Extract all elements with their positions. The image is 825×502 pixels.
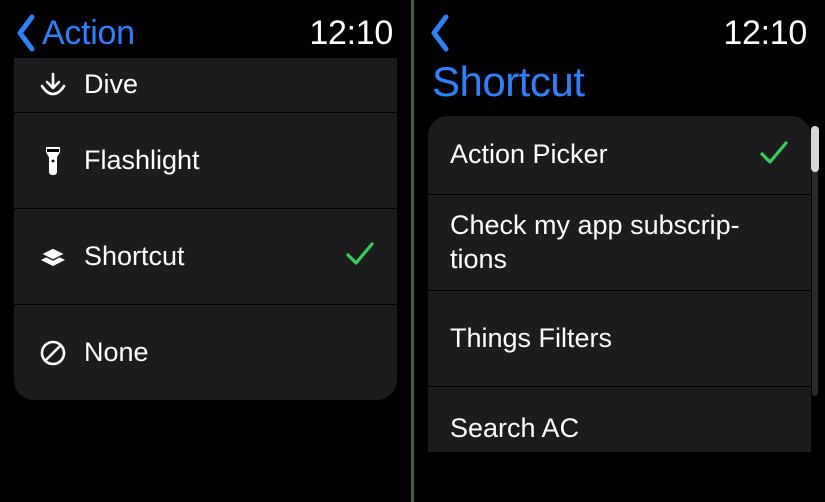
back-chevron-icon[interactable] xyxy=(428,11,454,55)
list-item-label: Action Picker xyxy=(450,138,759,172)
list-item[interactable]: None xyxy=(14,304,397,400)
clock-time: 12:10 xyxy=(723,14,807,53)
watch-screen-action: Action 12:10 Dive Flashlight Shortcut xyxy=(0,0,411,502)
list-item-label: None xyxy=(84,336,375,370)
list-item[interactable]: Search AC xyxy=(428,386,811,452)
list-item[interactable]: Things Filters xyxy=(428,290,811,386)
dive-icon xyxy=(36,72,70,102)
list-item-label: Check my app subscrip‐tions xyxy=(450,209,789,277)
checkmark-icon xyxy=(759,139,789,172)
watch-screen-shortcut: 12:10 Shortcut Action Picker Check my ap… xyxy=(414,0,825,502)
none-icon xyxy=(36,338,70,368)
list-item-label: Things Filters xyxy=(450,322,789,356)
back-chevron-icon[interactable] xyxy=(14,11,40,55)
shortcut-list: Action Picker Check my app subscrip‐tion… xyxy=(428,116,811,452)
shortcut-icon xyxy=(36,242,70,272)
back-label[interactable]: Action xyxy=(42,14,135,53)
flashlight-icon xyxy=(36,146,70,176)
status-bar: 12:10 xyxy=(414,0,825,58)
checkmark-icon xyxy=(345,240,375,273)
status-bar: Action 12:10 xyxy=(0,0,411,58)
list-item-label: Flashlight xyxy=(84,144,375,178)
action-list: Dive Flashlight Shortcut N xyxy=(14,58,397,400)
clock-time: 12:10 xyxy=(309,14,393,53)
list-item[interactable]: Flashlight xyxy=(14,112,397,208)
list-item[interactable]: Action Picker xyxy=(428,116,811,194)
scrollbar-thumb[interactable] xyxy=(811,126,819,172)
list-item[interactable]: Check my app subscrip‐tions xyxy=(428,194,811,290)
list-item-label: Shortcut xyxy=(84,240,345,274)
list-item[interactable]: Dive xyxy=(14,58,397,112)
page-title: Shortcut xyxy=(414,58,825,112)
list-item-label: Search AC xyxy=(450,412,789,446)
list-item-label: Dive xyxy=(84,68,375,102)
list-item[interactable]: Shortcut xyxy=(14,208,397,304)
